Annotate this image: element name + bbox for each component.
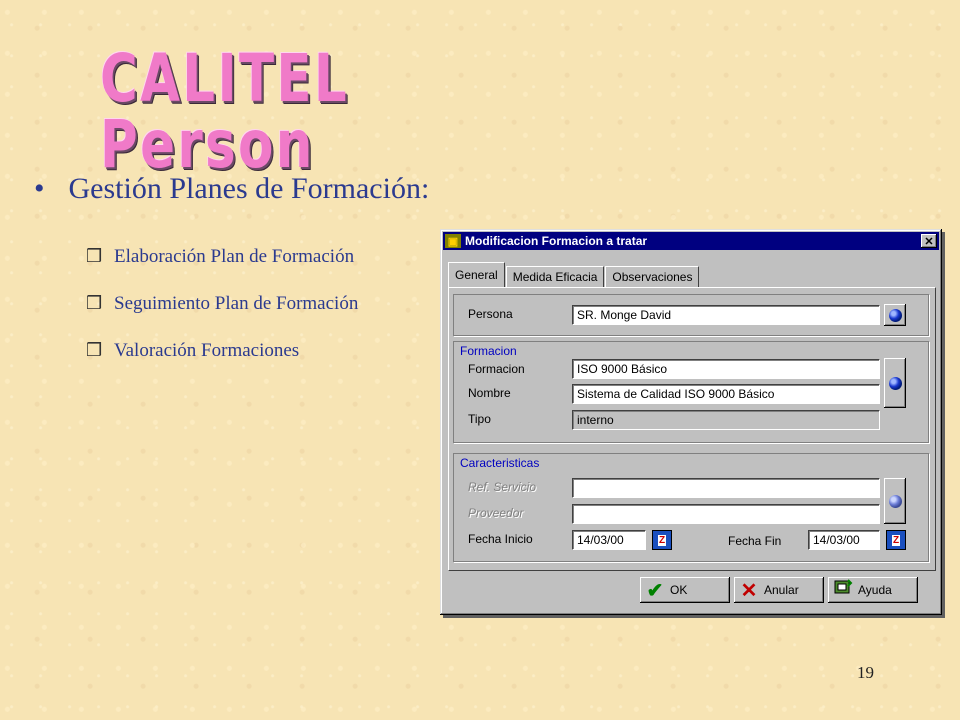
tab-general[interactable]: General [448, 262, 505, 287]
ok-button[interactable]: ✔ OK [640, 577, 730, 603]
lookup-ball-icon [888, 494, 902, 508]
checkbox-bullet-icon: ❒ [86, 340, 103, 360]
persona-lookup-button[interactable] [884, 304, 906, 326]
sub-bullet-text: Elaboración Plan de Formación [114, 245, 355, 267]
fecha-inicio-field[interactable]: 14/03/00 [572, 530, 646, 550]
tab-panel-general: Persona SR. Monge David Formacion Formac… [448, 287, 936, 571]
calendar-icon-text: Z [657, 534, 667, 546]
persona-field[interactable]: SR. Monge David [572, 305, 880, 325]
tab-observaciones[interactable]: Observaciones [605, 266, 700, 287]
proveedor-label: Proveedor [468, 506, 524, 520]
tab-bar: General Medida Eficacia Observaciones [448, 262, 700, 287]
formacion-field[interactable]: ISO 9000 Básico [572, 359, 880, 379]
fecha-fin-label: Fecha Fin [728, 534, 782, 548]
fecha-fin-field[interactable]: 14/03/00 [808, 530, 880, 550]
caracteristicas-group: Caracteristicas Ref. Servicio Proveedor … [453, 453, 929, 562]
fecha-inicio-label: Fecha Inicio [468, 532, 533, 546]
page-number: 19 [857, 663, 874, 682]
close-button[interactable]: ✕ [921, 234, 937, 248]
lookup-ball-icon [888, 308, 902, 322]
main-bullet-text: Gestión Planes de Formación: [68, 172, 430, 205]
check-icon: ✔ [646, 579, 664, 602]
anular-button[interactable]: ✕ Anular [734, 577, 824, 603]
formacion-lookup-button[interactable] [884, 358, 906, 408]
calendar-icon[interactable]: Z [652, 530, 672, 550]
sub-bullet-text: Valoración Formaciones [114, 339, 300, 361]
proveedor-lookup-button[interactable] [884, 478, 906, 524]
formacion-group: Formacion Formacion ISO 9000 Básico Nomb… [453, 341, 929, 443]
ayuda-button[interactable]: Ayuda [828, 577, 918, 603]
close-icon: ✕ [924, 235, 934, 248]
dialog-window: ▣ Modificacion Formacion a tratar ✕ Gene… [440, 229, 942, 615]
anular-button-label: Anular [764, 583, 799, 597]
proveedor-field[interactable] [572, 504, 880, 524]
ayuda-button-label: Ayuda [858, 583, 892, 597]
formacion-label: Formacion [468, 362, 525, 376]
sub-bullet: ❒ Seguimiento Plan de Formación [86, 280, 358, 327]
dialog-title: Modificacion Formacion a tratar [465, 234, 648, 248]
persona-label: Persona [468, 307, 513, 321]
sub-bullet-list: ❒ Elaboración Plan de Formación ❒ Seguim… [86, 233, 358, 374]
app-icon: ▣ [445, 234, 461, 248]
formacion-group-title: Formacion [460, 344, 517, 358]
slide-title: CALITEL Person [100, 40, 350, 183]
tab-medida-eficacia[interactable]: Medida Eficacia [505, 266, 605, 287]
nombre-label: Nombre [468, 386, 511, 400]
caracteristicas-group-title: Caracteristicas [460, 456, 540, 470]
main-bullet: • Gestión Planes de Formación: [34, 172, 429, 206]
tipo-field: interno [572, 410, 880, 430]
persona-group: Persona SR. Monge David [453, 294, 929, 336]
ref-servicio-label: Ref. Servicio [468, 480, 537, 494]
calendar-icon-text: Z [891, 534, 901, 546]
nombre-field[interactable]: Sistema de Calidad ISO 9000 Básico [572, 384, 880, 404]
sub-bullet: ❒ Valoración Formaciones [86, 327, 358, 374]
cancel-x-icon: ✕ [740, 579, 758, 602]
checkbox-bullet-icon: ❒ [86, 246, 103, 266]
dialog-titlebar[interactable]: ▣ Modificacion Formacion a tratar ✕ [443, 232, 939, 250]
sub-bullet: ❒ Elaboración Plan de Formación [86, 233, 358, 280]
bullet-dot-icon: • [34, 172, 45, 205]
tipo-label: Tipo [468, 412, 491, 426]
help-icon [828, 578, 858, 602]
ref-servicio-field[interactable] [572, 478, 880, 498]
sub-bullet-text: Seguimiento Plan de Formación [114, 292, 359, 314]
calendar-icon[interactable]: Z [886, 530, 906, 550]
checkbox-bullet-icon: ❒ [86, 293, 103, 313]
ok-button-label: OK [670, 583, 688, 597]
lookup-ball-icon [888, 376, 902, 390]
